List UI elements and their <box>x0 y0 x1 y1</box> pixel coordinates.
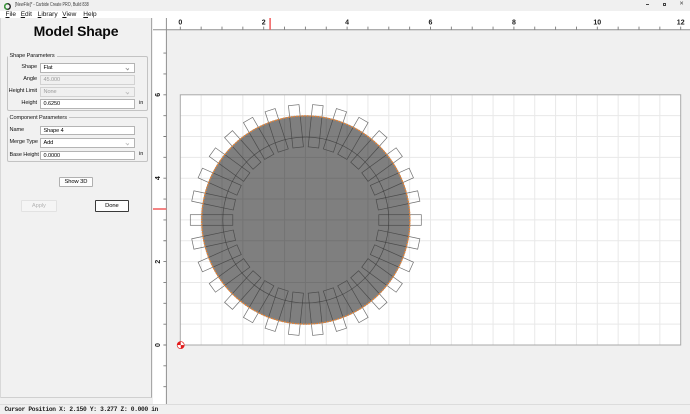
svg-text:8: 8 <box>512 20 516 27</box>
svg-text:10: 10 <box>593 20 601 27</box>
svg-text:6: 6 <box>429 20 433 27</box>
svg-text:0: 0 <box>178 20 182 27</box>
svg-text:6: 6 <box>155 93 162 97</box>
svg-text:4: 4 <box>155 176 162 180</box>
svg-text:2: 2 <box>262 20 266 27</box>
svg-text:12: 12 <box>677 20 685 27</box>
svg-text:2: 2 <box>155 260 162 264</box>
svg-text:4: 4 <box>345 20 349 27</box>
svg-text:0: 0 <box>155 343 162 347</box>
